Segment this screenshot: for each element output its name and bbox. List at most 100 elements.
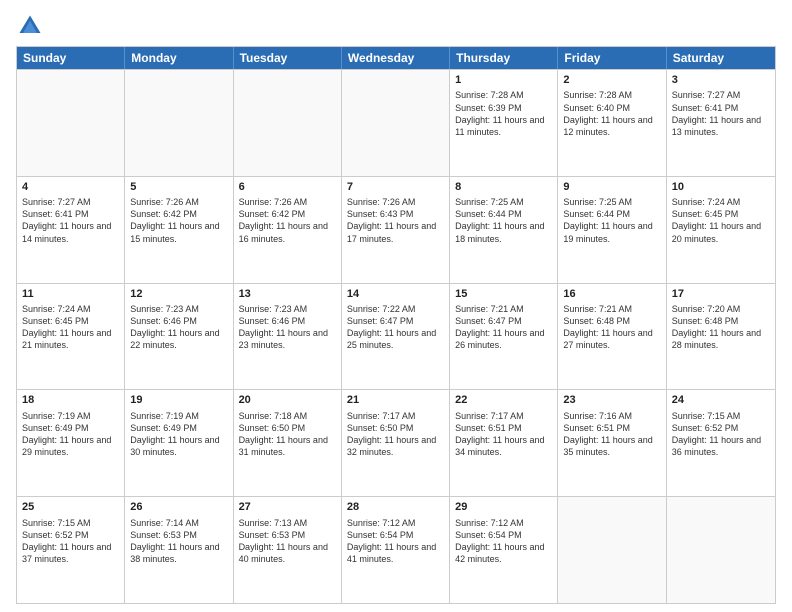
day-info: Sunrise: 7:25 AM Sunset: 6:44 PM Dayligh… [455, 196, 552, 245]
logo [16, 12, 48, 40]
day-info: Sunrise: 7:26 AM Sunset: 6:43 PM Dayligh… [347, 196, 444, 245]
day-number: 13 [239, 287, 336, 302]
day-info: Sunrise: 7:12 AM Sunset: 6:54 PM Dayligh… [347, 517, 444, 566]
day-info: Sunrise: 7:27 AM Sunset: 6:41 PM Dayligh… [672, 89, 770, 138]
calendar-row-3: 18 Sunrise: 7:19 AM Sunset: 6:49 PM Dayli… [17, 389, 775, 496]
day-number: 2 [563, 73, 660, 88]
day-info: Sunrise: 7:23 AM Sunset: 6:46 PM Dayligh… [130, 303, 227, 352]
day-cell-26: 26Sunrise: 7:14 AM Sunset: 6:53 PM Dayli… [125, 497, 233, 603]
day-number: 1 [455, 73, 552, 88]
weekday-header-sunday: Sunday [17, 47, 125, 69]
day-info: Sunrise: 7:15 AM Sunset: 6:52 PM Dayligh… [22, 517, 119, 566]
day-cell-17: 17Sunrise: 7:20 AM Sunset: 6:48 PM Dayli… [667, 284, 775, 390]
day-info: Sunrise: 7:20 AM Sunset: 6:48 PM Dayligh… [672, 303, 770, 352]
day-number: 22 [455, 393, 552, 408]
day-info: Sunrise: 7:15 AM Sunset: 6:52 PM Dayligh… [672, 410, 770, 459]
day-number: 20 [239, 393, 336, 408]
day-number: 26 [130, 500, 227, 515]
day-number: 19 [130, 393, 227, 408]
day-number: 28 [347, 500, 444, 515]
calendar-row-0: 1Sunrise: 7:28 AM Sunset: 6:39 PM Daylig… [17, 69, 775, 176]
day-cell-empty-0-3 [342, 70, 450, 176]
day-cell-15: 15Sunrise: 7:21 AM Sunset: 6:47 PM Dayli… [450, 284, 558, 390]
day-number: 29 [455, 500, 552, 515]
weekday-header-friday: Friday [558, 47, 666, 69]
logo-icon [16, 12, 44, 40]
day-cell-14: 14Sunrise: 7:22 AM Sunset: 6:47 PM Dayli… [342, 284, 450, 390]
day-info: Sunrise: 7:17 AM Sunset: 6:51 PM Dayligh… [455, 410, 552, 459]
day-cell-empty-4-6 [667, 497, 775, 603]
day-info: Sunrise: 7:13 AM Sunset: 6:53 PM Dayligh… [239, 517, 336, 566]
day-number: 6 [239, 180, 336, 195]
day-number: 10 [672, 180, 770, 195]
day-info: Sunrise: 7:16 AM Sunset: 6:51 PM Dayligh… [563, 410, 660, 459]
header [16, 12, 776, 40]
day-number: 3 [672, 73, 770, 88]
day-info: Sunrise: 7:23 AM Sunset: 6:46 PM Dayligh… [239, 303, 336, 352]
calendar-row-2: 11Sunrise: 7:24 AM Sunset: 6:45 PM Dayli… [17, 283, 775, 390]
day-number: 18 [22, 393, 119, 408]
calendar: SundayMondayTuesdayWednesdayThursdayFrid… [16, 46, 776, 604]
calendar-row-1: 4Sunrise: 7:27 AM Sunset: 6:41 PM Daylig… [17, 176, 775, 283]
day-cell-empty-0-1 [125, 70, 233, 176]
day-cell-3: 3Sunrise: 7:27 AM Sunset: 6:41 PM Daylig… [667, 70, 775, 176]
day-info: Sunrise: 7:28 AM Sunset: 6:40 PM Dayligh… [563, 89, 660, 138]
day-cell-empty-4-5 [558, 497, 666, 603]
day-info: Sunrise: 7:26 AM Sunset: 6:42 PM Dayligh… [130, 196, 227, 245]
day-info: Sunrise: 7:19 AM Sunset: 6:49 PM Dayligh… [22, 410, 119, 459]
day-cell-21: 21Sunrise: 7:17 AM Sunset: 6:50 PM Dayli… [342, 390, 450, 496]
calendar-body: 1Sunrise: 7:28 AM Sunset: 6:39 PM Daylig… [17, 69, 775, 603]
weekday-header-saturday: Saturday [667, 47, 775, 69]
day-cell-5: 5Sunrise: 7:26 AM Sunset: 6:42 PM Daylig… [125, 177, 233, 283]
day-cell-7: 7Sunrise: 7:26 AM Sunset: 6:43 PM Daylig… [342, 177, 450, 283]
day-cell-10: 10Sunrise: 7:24 AM Sunset: 6:45 PM Dayli… [667, 177, 775, 283]
day-cell-empty-0-2 [234, 70, 342, 176]
day-number: 4 [22, 180, 119, 195]
day-info: Sunrise: 7:21 AM Sunset: 6:48 PM Dayligh… [563, 303, 660, 352]
day-number: 21 [347, 393, 444, 408]
day-cell-29: 29Sunrise: 7:12 AM Sunset: 6:54 PM Dayli… [450, 497, 558, 603]
day-number: 9 [563, 180, 660, 195]
day-number: 14 [347, 287, 444, 302]
day-number: 12 [130, 287, 227, 302]
weekday-header-thursday: Thursday [450, 47, 558, 69]
day-info: Sunrise: 7:22 AM Sunset: 6:47 PM Dayligh… [347, 303, 444, 352]
day-number: 17 [672, 287, 770, 302]
day-info: Sunrise: 7:21 AM Sunset: 6:47 PM Dayligh… [455, 303, 552, 352]
day-cell-13: 13Sunrise: 7:23 AM Sunset: 6:46 PM Dayli… [234, 284, 342, 390]
day-number: 8 [455, 180, 552, 195]
day-number: 27 [239, 500, 336, 515]
day-info: Sunrise: 7:26 AM Sunset: 6:42 PM Dayligh… [239, 196, 336, 245]
day-number: 5 [130, 180, 227, 195]
day-number: 7 [347, 180, 444, 195]
day-cell-12: 12Sunrise: 7:23 AM Sunset: 6:46 PM Dayli… [125, 284, 233, 390]
day-number: 24 [672, 393, 770, 408]
day-cell-22: 22 Sunrise: 7:17 AM Sunset: 6:51 PM Dayli… [450, 390, 558, 496]
weekday-header-wednesday: Wednesday [342, 47, 450, 69]
day-cell-8: 8Sunrise: 7:25 AM Sunset: 6:44 PM Daylig… [450, 177, 558, 283]
day-cell-27: 27 Sunrise: 7:13 AM Sunset: 6:53 PM Dayli… [234, 497, 342, 603]
day-cell-9: 9Sunrise: 7:25 AM Sunset: 6:44 PM Daylig… [558, 177, 666, 283]
weekday-header-tuesday: Tuesday [234, 47, 342, 69]
day-cell-16: 16Sunrise: 7:21 AM Sunset: 6:48 PM Dayli… [558, 284, 666, 390]
day-cell-6: 6Sunrise: 7:26 AM Sunset: 6:42 PM Daylig… [234, 177, 342, 283]
day-cell-1: 1Sunrise: 7:28 AM Sunset: 6:39 PM Daylig… [450, 70, 558, 176]
day-cell-24: 24 Sunrise: 7:15 AM Sunset: 6:52 PM Dayli… [667, 390, 775, 496]
calendar-header: SundayMondayTuesdayWednesdayThursdayFrid… [17, 47, 775, 69]
day-info: Sunrise: 7:18 AM Sunset: 6:50 PM Dayligh… [239, 410, 336, 459]
day-cell-25: 25 Sunrise: 7:15 AM Sunset: 6:52 PM Dayli… [17, 497, 125, 603]
weekday-header-monday: Monday [125, 47, 233, 69]
day-info: Sunrise: 7:25 AM Sunset: 6:44 PM Dayligh… [563, 196, 660, 245]
day-info: Sunrise: 7:27 AM Sunset: 6:41 PM Dayligh… [22, 196, 119, 245]
day-cell-2: 2Sunrise: 7:28 AM Sunset: 6:40 PM Daylig… [558, 70, 666, 176]
day-info: Sunrise: 7:19 AM Sunset: 6:49 PM Dayligh… [130, 410, 227, 459]
day-cell-18: 18 Sunrise: 7:19 AM Sunset: 6:49 PM Dayli… [17, 390, 125, 496]
day-number: 15 [455, 287, 552, 302]
day-cell-28: 28 Sunrise: 7:12 AM Sunset: 6:54 PM Dayli… [342, 497, 450, 603]
day-cell-23: 23 Sunrise: 7:16 AM Sunset: 6:51 PM Dayli… [558, 390, 666, 496]
day-cell-19: 19 Sunrise: 7:19 AM Sunset: 6:49 PM Dayli… [125, 390, 233, 496]
day-number: 23 [563, 393, 660, 408]
day-number: 25 [22, 500, 119, 515]
day-cell-empty-0-0 [17, 70, 125, 176]
day-number: 11 [22, 287, 119, 302]
